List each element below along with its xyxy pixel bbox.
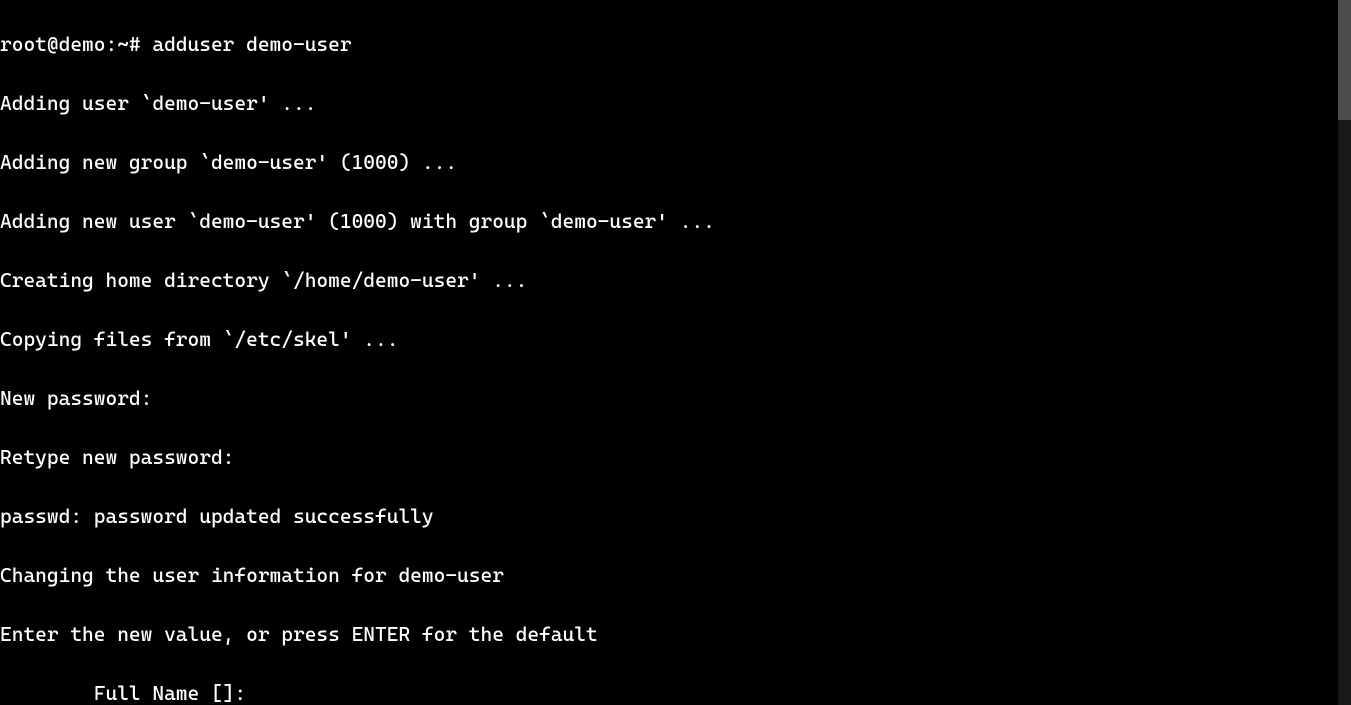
terminal-output: Creating home directory `/home/demo-user… (0, 266, 1351, 296)
terminal-line: root@demo:~# adduser demo-user (0, 30, 1351, 60)
command-text: adduser demo-user (152, 32, 351, 56)
terminal-output: Adding new user `demo-user' (1000) with … (0, 207, 1351, 237)
scrollbar-thumb[interactable] (1338, 0, 1351, 120)
terminal-output: Changing the user information for demo-u… (0, 561, 1351, 591)
scrollbar-track[interactable] (1338, 0, 1351, 705)
terminal-output: New password: (0, 384, 1351, 414)
terminal-output: Enter the new value, or press ENTER for … (0, 620, 1351, 650)
terminal-output: Adding new group `demo-user' (1000) ... (0, 148, 1351, 178)
terminal-window[interactable]: root@demo:~# adduser demo-user Adding us… (0, 0, 1351, 705)
terminal-output: Retype new password: (0, 443, 1351, 473)
terminal-output: Copying files from `/etc/skel' ... (0, 325, 1351, 355)
terminal-output: passwd: password updated successfully (0, 502, 1351, 532)
terminal-output: Adding user `demo-user' ... (0, 89, 1351, 119)
prompt-root: root@demo:~# (0, 32, 152, 56)
terminal-output: Full Name []: (0, 679, 1351, 705)
